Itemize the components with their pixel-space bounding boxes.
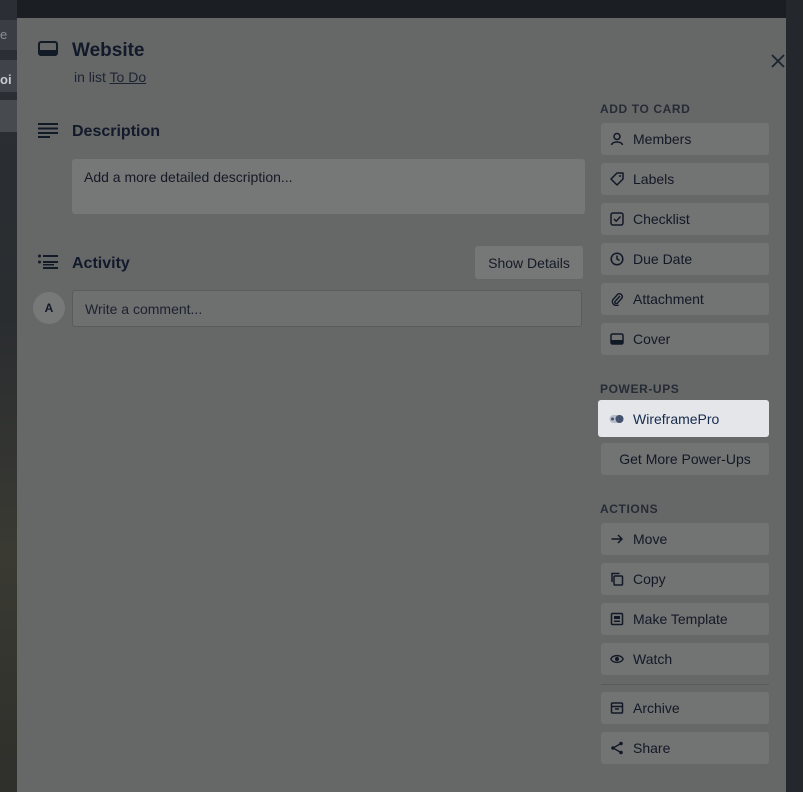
board-list-fragment (0, 100, 17, 132)
watch-button[interactable]: Watch (601, 643, 769, 675)
description-icon (38, 122, 60, 142)
cover-button[interactable]: Cover (601, 323, 769, 355)
template-icon (609, 611, 625, 627)
comment-input[interactable]: Write a comment... (72, 290, 582, 327)
paperclip-icon (609, 291, 625, 307)
get-more-power-ups-label: Get More Power-Ups (619, 451, 751, 467)
checklist-button[interactable]: Checklist (601, 203, 769, 235)
description-editor[interactable]: Add a more detailed description... (72, 159, 585, 214)
card-icon (38, 40, 60, 60)
close-icon (771, 54, 785, 68)
tag-icon (609, 171, 625, 187)
board-backdrop-left: e oi (0, 0, 17, 792)
watch-label: Watch (633, 651, 673, 667)
cover-icon (609, 331, 625, 347)
share-button[interactable]: Share (601, 732, 769, 764)
labels-label: Labels (633, 171, 675, 187)
due-date-button[interactable]: Due Date (601, 243, 769, 275)
avatar[interactable]: A (33, 292, 65, 324)
board-header-backdrop (0, 0, 803, 18)
actions-label: ACTIONS (600, 502, 659, 516)
person-icon (609, 131, 625, 147)
share-label: Share (633, 740, 671, 756)
due-date-label: Due Date (633, 251, 693, 267)
card-detail-modal: Website in list To Do Description Add a … (17, 18, 786, 792)
move-label: Move (633, 531, 668, 547)
board-edge-text: e (0, 27, 8, 42)
share-icon (609, 740, 625, 756)
wireframepro-label: WireframePro (633, 410, 720, 427)
move-button[interactable]: Move (601, 523, 769, 555)
card-list-info: in list To Do (74, 69, 146, 85)
board-edge-text: oi (0, 72, 12, 87)
close-button[interactable] (765, 48, 791, 74)
labels-button[interactable]: Labels (601, 163, 769, 195)
make-template-button[interactable]: Make Template (601, 603, 769, 635)
activity-icon (38, 254, 60, 274)
show-details-button[interactable]: Show Details (475, 246, 583, 279)
card-title[interactable]: Website (72, 40, 145, 62)
wireframepro-button[interactable]: WireframePro (598, 400, 769, 437)
checklist-icon (609, 211, 625, 227)
members-label: Members (633, 131, 692, 147)
attachment-label: Attachment (633, 291, 704, 307)
checklist-label: Checklist (633, 211, 690, 227)
power-ups-label: POWER-UPS (600, 382, 680, 396)
cover-label: Cover (633, 331, 671, 347)
archive-button[interactable]: Archive (601, 692, 769, 724)
activity-title: Activity (72, 255, 130, 272)
list-link[interactable]: To Do (110, 69, 147, 85)
archive-label: Archive (633, 700, 680, 716)
copy-button[interactable]: Copy (601, 563, 769, 595)
make-template-label: Make Template (633, 611, 728, 627)
toggle-icon (609, 411, 625, 427)
copy-label: Copy (633, 571, 666, 587)
copy-icon (609, 571, 625, 587)
arrow-right-icon (609, 531, 625, 547)
attachment-button[interactable]: Attachment (601, 283, 769, 315)
clock-icon (609, 251, 625, 267)
description-title: Description (72, 123, 161, 140)
add-to-card-label: ADD TO CARD (600, 102, 691, 116)
in-list-prefix: in list (74, 69, 106, 85)
board-backdrop-right (786, 0, 803, 792)
get-more-power-ups-button[interactable]: Get More Power-Ups (601, 443, 769, 475)
members-button[interactable]: Members (601, 123, 769, 155)
eye-icon (609, 651, 625, 667)
archive-icon (609, 700, 625, 716)
actions-divider (601, 684, 769, 685)
